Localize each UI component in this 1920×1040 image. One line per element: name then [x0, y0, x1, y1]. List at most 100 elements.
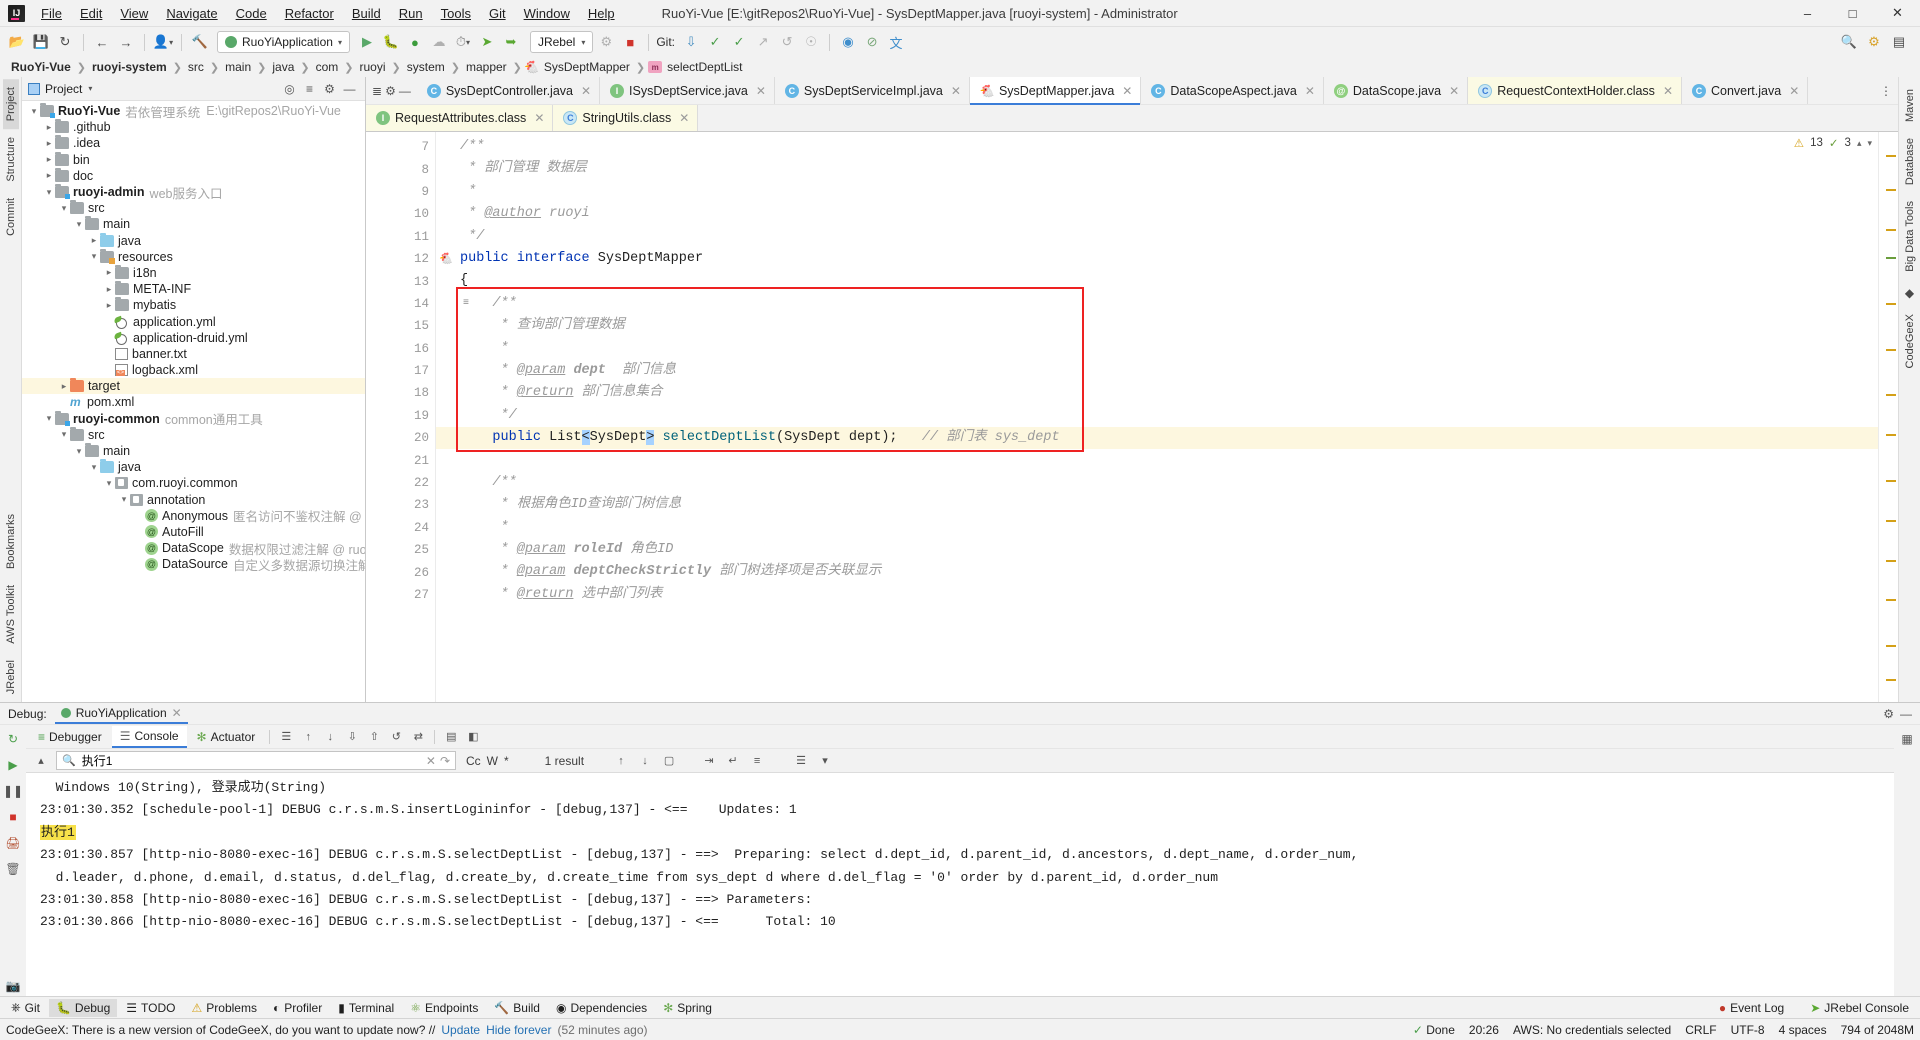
- close-icon[interactable]: ✕: [951, 84, 961, 98]
- prev-match-icon[interactable]: ↑: [612, 752, 630, 770]
- tree-node[interactable]: logback.xml: [22, 362, 365, 378]
- code-line[interactable]: /**: [436, 136, 1878, 158]
- forward-icon[interactable]: →: [115, 31, 137, 53]
- collapse-all-icon[interactable]: ≣: [372, 84, 382, 98]
- chevron-up-icon[interactable]: ▴: [1857, 138, 1862, 149]
- error-stripe-mark[interactable]: [1886, 645, 1896, 647]
- tree-node[interactable]: ▸ .idea: [22, 135, 365, 151]
- save-all-icon[interactable]: 💾: [30, 31, 52, 53]
- gutter-line[interactable]: 13: [366, 270, 435, 292]
- open-in-editor-icon[interactable]: ▢: [660, 752, 678, 770]
- close-icon[interactable]: ✕: [172, 706, 182, 720]
- stop-icon[interactable]: ■: [619, 31, 641, 53]
- console-output[interactable]: Windows 10(String), 登录成功(String) 23:01:30…: [26, 773, 1894, 996]
- code-line[interactable]: * 查询部门管理数据: [436, 315, 1878, 337]
- bottom-item-jrebel-console[interactable]: ➤ JRebel Console: [1803, 999, 1916, 1017]
- attach-profiler-icon[interactable]: ⚙: [595, 31, 617, 53]
- tree-node[interactable]: ▾ src: [22, 426, 365, 443]
- code-line[interactable]: *: [436, 181, 1878, 203]
- bottom-item-event-log[interactable]: ● Event Log: [1712, 999, 1791, 1017]
- editor-tab[interactable]: C SysDeptController.java ✕: [416, 77, 601, 104]
- tree-node[interactable]: ▾ main: [22, 216, 365, 232]
- breadcrumb[interactable]: RuoYi-Vue ❯ ruoyi-system ❯ src ❯ main ❯ …: [0, 57, 1920, 77]
- tree-node[interactable]: @ Anonymous 匿名访问不鉴权注解 @ ruoyi: [22, 508, 365, 524]
- tree-twisty[interactable]: ▾: [73, 446, 85, 457]
- menu-file[interactable]: File: [32, 2, 71, 25]
- search-input-wrapper[interactable]: 🔍 ✕ ↷: [56, 751, 456, 770]
- tree-node[interactable]: ▾ com.ruoyi.common: [22, 475, 365, 491]
- tree-node[interactable]: application.yml: [22, 313, 365, 329]
- editor-tab[interactable]: C SysDeptServiceImpl.java ✕: [774, 77, 970, 104]
- tree-node[interactable]: ▾ java: [22, 459, 365, 475]
- tree-twisty[interactable]: ▸: [43, 154, 55, 165]
- gutter-line[interactable]: 9: [366, 181, 435, 203]
- hide-panel-icon[interactable]: —: [340, 79, 359, 98]
- gutter-line[interactable]: 26: [366, 561, 435, 583]
- breadcrumb-item-java[interactable]: java: [269, 60, 297, 74]
- maximize-button[interactable]: □: [1830, 0, 1875, 27]
- gutter-line[interactable]: 20🐔: [366, 427, 453, 449]
- code-line[interactable]: {: [436, 270, 1878, 292]
- close-icon[interactable]: ✕: [679, 111, 689, 125]
- bottom-item-endpoints[interactable]: ⚛ Endpoints: [403, 999, 485, 1017]
- print-icon[interactable]: 🖨: [3, 833, 23, 853]
- close-icon[interactable]: ✕: [1305, 84, 1315, 98]
- left-tool-rail[interactable]: Project Structure Commit Bookmarks AWS T…: [0, 77, 22, 702]
- debug-tab[interactable]: ☰ Console: [111, 725, 187, 748]
- rail-item-project[interactable]: Project: [2, 79, 19, 130]
- git-history-icon[interactable]: ↗: [752, 31, 774, 53]
- next-match-icon[interactable]: ↓: [636, 752, 654, 770]
- breadcrumb-item-selectdeptlist[interactable]: selectDeptList: [664, 60, 745, 74]
- tree-twisty[interactable]: ▸: [103, 300, 115, 311]
- debug-action-icon-3[interactable]: ⇩: [342, 727, 362, 747]
- breadcrumb-item-sysdeptmapper[interactable]: SysDeptMapper: [541, 60, 633, 74]
- scroll-to-end-icon[interactable]: ⇥: [700, 752, 718, 770]
- debug-action-icon-0[interactable]: ☰: [276, 727, 296, 747]
- editor-tab[interactable]: I RequestAttributes.class ✕: [366, 105, 554, 131]
- search-everywhere-icon[interactable]: 🔍: [1838, 31, 1860, 53]
- gutter-line[interactable]: 11: [366, 226, 435, 248]
- status-aws[interactable]: AWS: No credentials selected: [1513, 1023, 1671, 1037]
- tree-node[interactable]: banner.txt: [22, 346, 365, 362]
- expand-collapse-icon[interactable]: ≡: [300, 79, 319, 98]
- gutter-line[interactable]: 12 🐔: [366, 248, 453, 270]
- menu-build[interactable]: Build: [343, 2, 390, 25]
- code-line[interactable]: * 根据角色ID查询部门树信息: [436, 494, 1878, 516]
- tree-twisty[interactable]: ▸: [103, 284, 115, 295]
- rail-item-big-data-tools[interactable]: Big Data Tools: [1902, 193, 1918, 280]
- code-line[interactable]: [436, 449, 1878, 471]
- error-stripe[interactable]: [1878, 132, 1898, 702]
- code-line[interactable]: */: [436, 405, 1878, 427]
- editor-tab-strip[interactable]: ≣ ⚙ — C SysDeptController.java ✕ I ISysDeptServ…: [366, 77, 1898, 132]
- code-line[interactable]: public List<SysDept> selectDeptList(SysD…: [436, 427, 1878, 450]
- editor-tab[interactable]: C DataScopeAspect.java ✕: [1141, 77, 1324, 104]
- soft-wrap-icon[interactable]: ↵: [724, 752, 742, 770]
- tree-node[interactable]: ▾ src: [22, 200, 365, 216]
- debug-titlebar-actions[interactable]: ⚙ —: [1883, 707, 1912, 721]
- search-input[interactable]: [79, 752, 422, 769]
- menu-view[interactable]: View: [111, 2, 157, 25]
- tree-node[interactable]: application-druid.yml: [22, 330, 365, 346]
- rail-item-jrebel[interactable]: JRebel: [3, 652, 19, 702]
- toolbar-right-group[interactable]: 🔍 ⚙ ▤: [1838, 31, 1914, 53]
- tree-node[interactable]: ▸ target: [22, 378, 365, 395]
- tree-twisty[interactable]: ▾: [88, 462, 100, 473]
- tree-twisty[interactable]: ▸: [103, 267, 115, 278]
- hide-panel-icon[interactable]: —: [1900, 707, 1912, 721]
- error-stripe-mark[interactable]: [1886, 559, 1896, 562]
- jrebel-run-icon[interactable]: ➤: [476, 31, 498, 53]
- open-folder-icon[interactable]: 📂: [6, 31, 28, 53]
- editor-tab[interactable]: C Convert.java ✕: [1682, 77, 1809, 104]
- settings-list-icon[interactable]: ☰: [792, 752, 810, 770]
- status-bar[interactable]: CodeGeeX: There is a new version of Code…: [0, 1018, 1920, 1040]
- error-stripe-mark[interactable]: [1886, 519, 1896, 522]
- breadcrumb-item-system[interactable]: system: [404, 60, 448, 74]
- window-controls[interactable]: – □ ✕: [1785, 0, 1920, 27]
- run-with-coverage-icon[interactable]: ●: [404, 31, 426, 53]
- rail-item-bookmarks[interactable]: Bookmarks: [3, 506, 19, 577]
- bottom-item-git[interactable]: ⎈ Git: [4, 998, 47, 1017]
- code-line[interactable]: * @return 部门信息集合: [436, 382, 1878, 404]
- menu-window[interactable]: Window: [515, 2, 579, 25]
- gutter-line[interactable]: 24: [366, 517, 435, 539]
- menu-git[interactable]: Git: [480, 2, 515, 25]
